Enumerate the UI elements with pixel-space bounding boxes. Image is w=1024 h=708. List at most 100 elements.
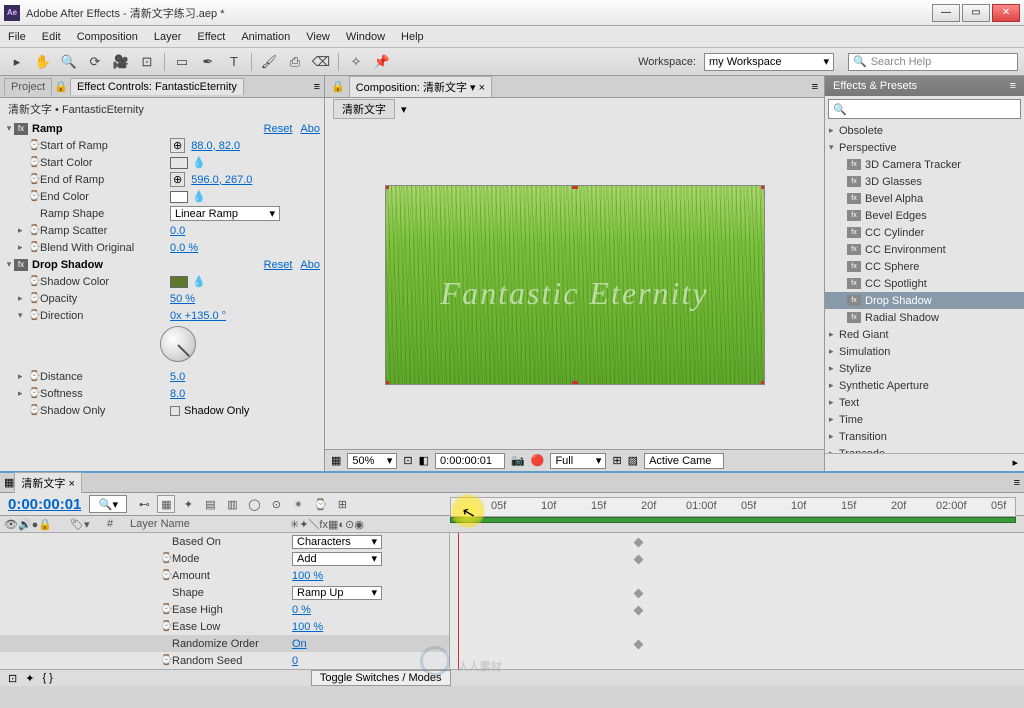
panel-menu-icon[interactable]: ≡ bbox=[1010, 80, 1016, 92]
val-amount[interactable]: 100 % bbox=[292, 570, 323, 582]
stopwatch-icon[interactable]: ⌚ bbox=[28, 310, 40, 321]
eraser-tool-icon[interactable]: ⌫ bbox=[310, 52, 332, 72]
expand-icon[interactable]: ▸ bbox=[829, 125, 839, 136]
cat-stylize[interactable]: Stylize bbox=[839, 363, 871, 375]
comp-name[interactable]: 清新文字 bbox=[333, 99, 395, 119]
val-randomize[interactable]: On bbox=[292, 638, 307, 650]
current-time[interactable]: 0:00:00:01 bbox=[435, 453, 505, 469]
val-distance[interactable]: 5.0 bbox=[170, 371, 185, 383]
timeline-tab[interactable]: 清新文字 × bbox=[14, 472, 81, 493]
tl-3d-icon[interactable]: ▥ bbox=[223, 495, 241, 513]
time-ruler[interactable]: 05f 10f 15f 20f 01:00f 05f 10f 15f 20f 0… bbox=[450, 497, 1016, 517]
val-ease-low[interactable]: 100 % bbox=[292, 621, 323, 633]
effects-search-input[interactable]: 🔍 bbox=[828, 99, 1021, 119]
rect-tool-icon[interactable]: ▭ bbox=[171, 52, 193, 72]
expand-icon[interactable]: ▸ bbox=[829, 397, 839, 408]
effect-ramp[interactable]: Ramp bbox=[32, 123, 264, 135]
mask-toggle-icon[interactable]: ◧ bbox=[419, 454, 429, 467]
search-help-input[interactable]: 🔍Search Help bbox=[848, 53, 1018, 71]
region-icon[interactable]: ⊞ bbox=[612, 454, 621, 467]
stopwatch-icon[interactable]: ⌚ bbox=[28, 371, 40, 382]
val-direction[interactable]: 0x +135.0 ° bbox=[170, 310, 226, 322]
camera-tool-icon[interactable]: 🎥 bbox=[110, 52, 132, 72]
tl-frame-blend-icon[interactable]: ▤ bbox=[201, 495, 219, 513]
resolution-dropdown[interactable]: Full▾ bbox=[550, 453, 606, 469]
expand-icon[interactable]: ▸ bbox=[18, 388, 28, 399]
effect-item[interactable]: fx3D Camera Tracker bbox=[825, 156, 1024, 173]
tl-footer-icon[interactable]: { } bbox=[42, 672, 52, 684]
cat-transition[interactable]: Transition bbox=[839, 431, 887, 443]
work-area-bar[interactable] bbox=[450, 517, 1016, 523]
expand-icon[interactable]: ▸ bbox=[18, 371, 28, 382]
cat-simulation[interactable]: Simulation bbox=[839, 346, 890, 358]
crosshair-icon[interactable]: ⊕ bbox=[170, 138, 185, 153]
end-color-swatch[interactable] bbox=[170, 191, 188, 203]
expand-icon[interactable]: ▸ bbox=[18, 293, 28, 304]
rotate-tool-icon[interactable]: ⟳ bbox=[84, 52, 106, 72]
type-tool-icon[interactable]: T bbox=[223, 52, 245, 72]
stopwatch-icon[interactable]: ⌚ bbox=[28, 276, 40, 287]
menu-composition[interactable]: Composition bbox=[77, 31, 138, 43]
preview-canvas[interactable]: Fantastic Eternity bbox=[385, 185, 765, 385]
maximize-button[interactable]: ▭ bbox=[962, 4, 990, 22]
tl-footer-icon[interactable]: ⊡ bbox=[8, 672, 17, 685]
cat-text[interactable]: Text bbox=[839, 397, 859, 409]
mode-dropdown[interactable]: Add▾ bbox=[292, 552, 382, 566]
effect-item[interactable]: fx3D Glasses bbox=[825, 173, 1024, 190]
tl-shy-icon[interactable]: ▦ bbox=[157, 495, 175, 513]
fx-badge-icon[interactable]: fx bbox=[14, 123, 28, 135]
tl-composition-icon[interactable]: ⊷ bbox=[135, 495, 153, 513]
effect-item-drop-shadow[interactable]: fxDrop Shadow bbox=[825, 292, 1024, 309]
collapse-icon[interactable]: ▾ bbox=[829, 142, 839, 153]
tab-composition[interactable]: Composition: 清新文字 ▾ × bbox=[349, 76, 492, 97]
tl-footer-icon[interactable]: ✦ bbox=[25, 672, 34, 685]
val-blend-original[interactable]: 0.0 % bbox=[170, 242, 198, 254]
tl-draft-icon[interactable]: ⊙ bbox=[267, 495, 285, 513]
expand-icon[interactable]: ▸ bbox=[829, 346, 839, 357]
panel-menu-icon[interactable]: ≡ bbox=[812, 81, 818, 93]
stopwatch-icon[interactable]: ⌚ bbox=[28, 157, 40, 168]
effect-item[interactable]: fxBevel Alpha bbox=[825, 190, 1024, 207]
snapshot-icon[interactable]: 📷 bbox=[511, 454, 525, 467]
expand-icon[interactable]: ▸ bbox=[829, 380, 839, 391]
stopwatch-icon[interactable]: ⌚ bbox=[160, 621, 172, 632]
minimize-button[interactable]: — bbox=[932, 4, 960, 22]
timeline-track-area[interactable] bbox=[450, 533, 1024, 669]
val-opacity[interactable]: 50 % bbox=[170, 293, 195, 305]
stopwatch-icon[interactable]: ⌚ bbox=[160, 604, 172, 615]
stopwatch-icon[interactable]: ⌚ bbox=[28, 174, 40, 185]
based-on-dropdown[interactable]: Characters▾ bbox=[292, 535, 382, 549]
val-ease-high[interactable]: 0 % bbox=[292, 604, 311, 616]
workspace-dropdown[interactable]: my Workspace▾ bbox=[704, 53, 834, 71]
lock-icon[interactable]: 🔒 bbox=[331, 80, 345, 93]
stopwatch-icon[interactable]: ⌚ bbox=[160, 570, 172, 581]
menu-help[interactable]: Help bbox=[401, 31, 424, 43]
expand-icon[interactable]: ▸ bbox=[829, 363, 839, 374]
ramp-about[interactable]: Abo bbox=[300, 123, 320, 135]
expand-icon[interactable]: ▸ bbox=[829, 431, 839, 442]
start-color-swatch[interactable] bbox=[170, 157, 188, 169]
val-softness[interactable]: 8.0 bbox=[170, 388, 185, 400]
eyedropper-icon[interactable]: 💧 bbox=[192, 190, 206, 203]
stopwatch-icon[interactable]: ⌚ bbox=[28, 405, 40, 416]
composition-viewer[interactable]: Fantastic Eternity bbox=[325, 120, 824, 449]
panel-menu-icon[interactable]: ≡ bbox=[1014, 477, 1020, 489]
crosshair-icon[interactable]: ⊕ bbox=[170, 172, 185, 187]
cat-obsolete[interactable]: Obsolete bbox=[839, 125, 883, 137]
eyedropper-icon[interactable]: 💧 bbox=[192, 156, 206, 169]
stopwatch-icon[interactable]: ⌚ bbox=[160, 655, 172, 666]
menu-file[interactable]: File bbox=[8, 31, 26, 43]
safe-zones-icon[interactable]: ⊡ bbox=[403, 454, 412, 467]
cat-red-giant[interactable]: Red Giant bbox=[839, 329, 889, 341]
effect-item[interactable]: fxCC Cylinder bbox=[825, 224, 1024, 241]
val-ramp-scatter[interactable]: 0.0 bbox=[170, 225, 185, 237]
effect-item[interactable]: fxCC Spotlight bbox=[825, 275, 1024, 292]
view-dropdown[interactable]: Active Came bbox=[644, 453, 724, 469]
cat-synthetic-aperture[interactable]: Synthetic Aperture bbox=[839, 380, 929, 392]
shadow-color-swatch[interactable] bbox=[170, 276, 188, 288]
keyframe[interactable] bbox=[634, 589, 644, 599]
transparency-grid-icon[interactable]: ▨ bbox=[628, 454, 638, 467]
expand-icon[interactable]: ▸ bbox=[829, 414, 839, 425]
fx-badge-icon[interactable]: fx bbox=[14, 259, 28, 271]
timeline-search[interactable]: 🔍▾ bbox=[89, 495, 127, 513]
